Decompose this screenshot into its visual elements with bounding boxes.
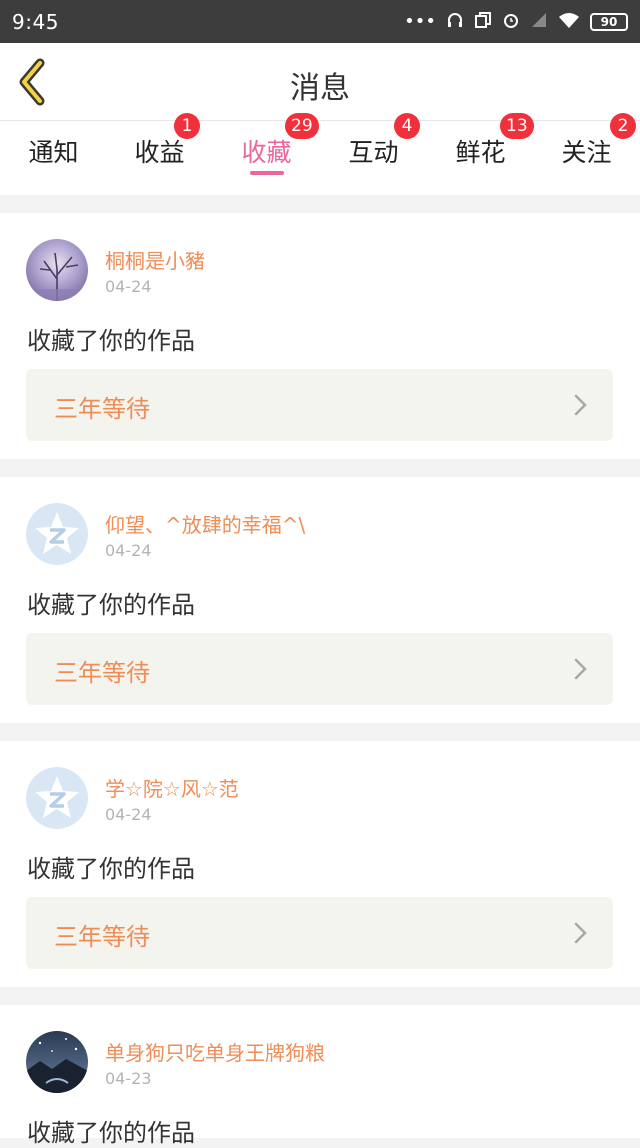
count-badge: 29	[285, 113, 319, 139]
message-card: 桐桐是小豬 04-24 收藏了你的作品 三年等待	[0, 213, 640, 459]
work-title: 三年等待	[54, 395, 150, 423]
avatar[interactable]	[26, 1031, 88, 1093]
tab-label: 通知	[28, 138, 79, 167]
tab-bar: 通知 收益 1 收藏 29 互动 4 鲜花 13 关注 2	[0, 113, 640, 195]
battery-icon: 90	[590, 12, 628, 31]
count-badge: 2	[610, 113, 636, 139]
status-bar: 9:45 ••• 90	[0, 0, 640, 43]
wifi-icon	[558, 11, 580, 33]
tab-favorites[interactable]: 收藏 29	[213, 113, 320, 195]
tab-label: 收益	[134, 138, 185, 167]
tab-label: 关注	[561, 138, 612, 167]
chevron-right-icon	[574, 658, 587, 680]
status-time: 9:45	[12, 9, 59, 34]
status-icons: ••• 90	[404, 11, 628, 33]
tab-earnings[interactable]: 收益 1	[106, 113, 213, 195]
copy-icon	[474, 11, 492, 33]
work-link[interactable]: 三年等待	[26, 633, 613, 705]
tab-label: 收藏	[241, 138, 292, 167]
tab-notice[interactable]: 通知	[0, 121, 107, 195]
message-text: 收藏了你的作品	[27, 591, 195, 619]
more-dots-icon: •••	[404, 10, 436, 32]
message-date: 04-24	[105, 541, 152, 560]
tab-label: 互动	[348, 138, 399, 167]
message-text: 收藏了你的作品	[27, 327, 195, 355]
tab-interaction[interactable]: 互动 4	[320, 113, 427, 195]
message-card: 单身狗只吃单身王牌狗粮 04-23 收藏了你的作品	[0, 1005, 640, 1147]
user-name[interactable]: 桐桐是小豬	[105, 245, 205, 274]
avatar[interactable]	[26, 503, 88, 565]
count-badge: 13	[500, 113, 534, 139]
avatar[interactable]	[26, 239, 88, 301]
tab-label: 鲜花	[455, 138, 506, 167]
message-card: 仰望、^放肆的幸福^\ 04-24 收藏了你的作品 三年等待	[0, 477, 640, 723]
user-name[interactable]: 学☆院☆风☆范	[105, 773, 239, 802]
count-badge: 1	[174, 113, 200, 139]
user-name[interactable]: 单身狗只吃单身王牌狗粮	[105, 1037, 325, 1066]
signal-icon	[530, 11, 548, 33]
nav-bar: 消息	[0, 43, 640, 121]
message-date: 04-23	[105, 1069, 152, 1088]
message-text: 收藏了你的作品	[27, 855, 195, 883]
work-title: 三年等待	[54, 659, 150, 687]
work-title: 三年等待	[54, 923, 150, 951]
count-badge: 4	[394, 113, 420, 139]
page-title: 消息	[290, 71, 350, 106]
work-link[interactable]: 三年等待	[26, 369, 613, 441]
alarm-icon	[502, 11, 520, 33]
message-date: 04-24	[105, 805, 152, 824]
chevron-right-icon	[574, 922, 587, 944]
message-text: 收藏了你的作品	[27, 1119, 195, 1147]
work-link[interactable]: 三年等待	[26, 897, 613, 969]
headphones-icon	[446, 11, 464, 33]
message-date: 04-24	[105, 277, 152, 296]
active-tab-indicator	[249, 171, 284, 175]
user-name[interactable]: 仰望、^放肆的幸福^\	[105, 509, 305, 538]
tab-flowers[interactable]: 鲜花 13	[427, 113, 534, 195]
message-card: 学☆院☆风☆范 04-24 收藏了你的作品 三年等待	[0, 741, 640, 987]
tab-follow[interactable]: 关注 2	[533, 113, 640, 195]
chevron-right-icon	[574, 394, 587, 416]
avatar[interactable]	[26, 767, 88, 829]
